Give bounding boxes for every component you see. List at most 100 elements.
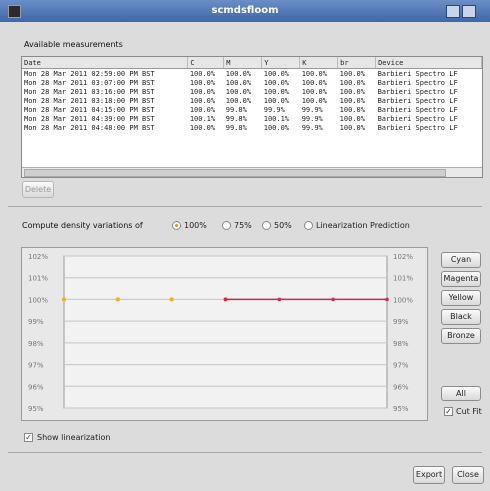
column-header[interactable]: M — [223, 57, 263, 69]
table-cell: 100.1% — [189, 114, 216, 123]
radio-100-label: 100% — [184, 221, 207, 230]
table-cell: Mon 28 Mar 2011 03:16:00 PM BST — [24, 87, 155, 96]
table-cell: 100.0% — [189, 78, 216, 87]
table-row[interactable]: Mon 28 Mar 2011 03:16:00 PM BST 100.0% 100… — [22, 87, 482, 96]
y-tick-label-right: 95% — [393, 405, 409, 413]
table-row[interactable]: Mon 28 Mar 2011 03:18:00 PM BST 100.0% 100… — [22, 96, 482, 105]
table-cell: 100.0% — [339, 123, 365, 132]
table-cell: 100.0% — [339, 87, 365, 96]
table-cell: Barbieri Spectro LF — [377, 87, 458, 96]
radio-100[interactable] — [172, 221, 181, 230]
table-cell: 100.0% — [301, 87, 327, 96]
radio-linearization[interactable] — [304, 221, 313, 230]
table-cell: Mon 28 Mar 2011 04:15:00 PM BST — [24, 105, 155, 114]
channel-button-magenta[interactable]: Magenta — [441, 271, 481, 287]
radio-75[interactable] — [222, 221, 231, 230]
table-cell: 100.0% — [339, 69, 365, 78]
table-cell: 99.9% — [263, 105, 285, 114]
table-cell: 100.0% — [189, 105, 216, 114]
export-button[interactable]: Export — [413, 466, 445, 484]
table-cell: 100.0% — [225, 87, 252, 96]
measurements-grid: Date C M Y Kbr Device Mon 28 Mar 2011 02:59:0… — [22, 57, 482, 132]
plot-area — [63, 255, 388, 409]
table-cell: 100.0% — [225, 69, 252, 78]
radio-50-label: 50% — [274, 221, 292, 230]
table-row[interactable]: Mon 28 Mar 2011 04:48:00 PM BST 100.0% 99.… — [22, 123, 482, 132]
data-point — [115, 297, 121, 302]
horizontal-scrollbar[interactable] — [22, 167, 482, 177]
radio-75-label: 75% — [234, 221, 252, 230]
table-cell: 100.0% — [263, 87, 290, 96]
y-tick-label-right: 102% — [393, 253, 413, 261]
column-header[interactable]: K — [299, 57, 339, 69]
y-tick-label-right: 100% — [393, 296, 413, 304]
data-point — [385, 297, 389, 302]
table-cell: 100.1% — [263, 114, 290, 123]
channel-button-bronze[interactable]: Bronze — [441, 328, 481, 344]
table-cell: 100.0% — [189, 123, 216, 132]
table-cell: Barbieri Spectro LF — [377, 105, 458, 114]
close-button[interactable]: Close — [452, 466, 484, 484]
table-cell: 100.0% — [189, 69, 216, 78]
data-point — [223, 297, 228, 302]
table-cell: Barbieri Spectro LF — [377, 123, 458, 132]
section-divider — [8, 206, 482, 207]
table-row[interactable]: Mon 28 Mar 2011 02:59:00 PM BST 100.0% 100… — [22, 69, 482, 79]
table-cell: Mon 28 Mar 2011 03:18:00 PM BST — [24, 96, 155, 105]
column-header[interactable]: C — [187, 57, 225, 69]
y-tick-label-left: 100% — [28, 296, 48, 304]
table-cell: Barbieri Spectro LF — [377, 114, 458, 123]
table-cell: 100.0% — [339, 78, 365, 87]
maximize-icon[interactable] — [462, 5, 476, 18]
channel-button-black[interactable]: Black — [441, 309, 481, 325]
table-row[interactable]: Mon 28 Mar 2011 04:39:00 PM BST 100.1% 99.… — [22, 114, 482, 123]
table-cell: 100.0% — [225, 78, 252, 87]
measurements-table[interactable]: Date C M Y Kbr Device Mon 28 Mar 2011 02:59:0… — [21, 56, 483, 178]
table-cell: Barbieri Spectro LF — [377, 78, 458, 87]
table-cell: Barbieri Spectro LF — [377, 69, 458, 78]
table-cell: 99.8% — [225, 114, 247, 123]
y-tick-label-left: 99% — [28, 318, 44, 326]
y-tick-label-left: 98% — [28, 340, 44, 348]
show-linearization-checkbox[interactable]: ✓ — [24, 433, 33, 442]
scrollbar-thumb[interactable] — [24, 169, 446, 177]
channel-button-cyan[interactable]: Cyan — [441, 252, 481, 268]
minimize-icon[interactable] — [446, 5, 460, 18]
channel-button-yellow[interactable]: Yellow — [441, 290, 481, 306]
table-cell: 100.0% — [263, 78, 290, 87]
radio-linearization-label: Linearization Prediction — [316, 221, 410, 230]
table-cell: 99.8% — [225, 123, 247, 132]
footer-divider — [8, 452, 482, 453]
delete-button[interactable]: Delete — [22, 181, 54, 198]
table-cell: 99.9% — [301, 105, 323, 114]
cut-fit-checkbox[interactable]: ✓ — [444, 407, 453, 416]
radio-50[interactable] — [262, 221, 271, 230]
y-tick-label-left: 101% — [28, 275, 48, 283]
data-point — [331, 297, 335, 302]
table-cell: Mon 28 Mar 2011 04:39:00 PM BST — [24, 114, 155, 123]
column-header[interactable]: Device — [375, 57, 482, 69]
table-row[interactable]: Mon 28 Mar 2011 03:07:00 PM BST 100.0% 100… — [22, 78, 482, 87]
table-cell: 100.0% — [301, 96, 327, 105]
data-point — [169, 297, 174, 302]
table-row[interactable]: Mon 28 Mar 2011 04:15:00 PM BST 100.0% 99.… — [22, 105, 482, 114]
y-tick-label-left: 96% — [28, 383, 44, 391]
table-cell: 99.9% — [301, 114, 323, 123]
y-tick-label-left: 102% — [28, 253, 48, 261]
all-button[interactable]: All — [441, 386, 481, 401]
table-cell: 100.0% — [339, 105, 365, 114]
y-tick-label-right: 101% — [393, 275, 413, 283]
column-header[interactable]: br — [337, 57, 377, 69]
column-header[interactable]: Y — [261, 57, 301, 69]
column-header[interactable]: Date — [22, 57, 189, 69]
table-cell: 100.0% — [339, 114, 365, 123]
measurements-heading: Available measurements — [24, 40, 123, 49]
compute-label: Compute density variations of — [22, 221, 143, 230]
table-cell: 100.0% — [263, 123, 290, 132]
table-cell: 99.8% — [225, 105, 247, 114]
show-linearization-label: Show linearization — [37, 433, 111, 442]
table-cell: 100.0% — [301, 69, 327, 78]
table-cell: 100.0% — [189, 87, 216, 96]
cut-fit-label: Cut Fit — [456, 407, 482, 416]
y-tick-label-left: 95% — [28, 405, 44, 413]
